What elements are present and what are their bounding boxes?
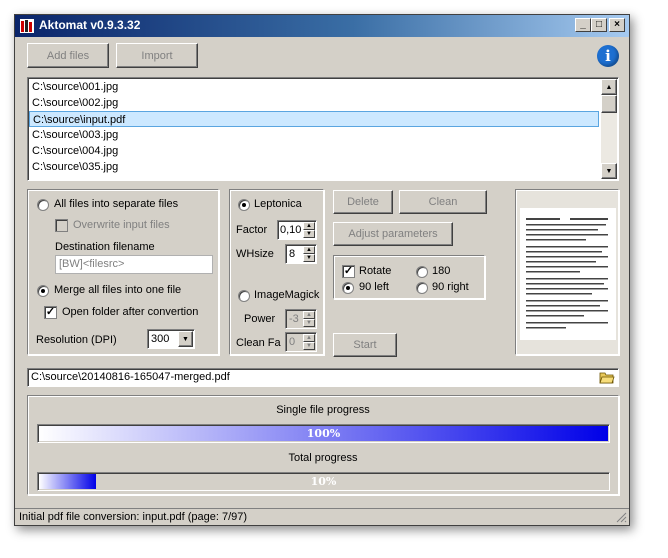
rotate-label: Rotate (359, 265, 392, 277)
output-path-field[interactable]: C:\source\20140816-165047-merged.pdf (27, 368, 619, 387)
overwrite-checkbox[interactable] (55, 219, 68, 232)
power-label: Power (244, 313, 276, 325)
factor-down-button[interactable]: ▼ (303, 230, 315, 238)
total-progress-text: 10% (310, 475, 337, 488)
rotate-90-left-label: 90 left (359, 281, 389, 293)
total-progress-label: Total progress (288, 452, 358, 464)
resolution-value: 300 (151, 333, 170, 345)
status-text: Initial pdf file conversion: input.pdf (… (19, 511, 248, 523)
whsize-spinner[interactable]: 8 ▲ ▼ (285, 244, 317, 264)
resolution-label: Resolution (DPI) (36, 334, 117, 346)
page-thumbnail (520, 208, 616, 340)
power-value: -3 (289, 313, 299, 325)
add-files-button[interactable]: Add files (27, 43, 109, 68)
file-list-item[interactable]: C:\source\002.jpg (29, 95, 599, 111)
status-divider (15, 508, 629, 509)
cleanfa-up-button[interactable]: ▲ (303, 334, 315, 342)
cleanfa-down-button[interactable]: ▼ (303, 342, 315, 350)
destination-label: Destination filename (55, 241, 155, 253)
leptonica-label: Leptonica (254, 198, 302, 210)
output-options-panel: All files into separate files Overwrite … (27, 189, 219, 355)
open-folder-checkbox[interactable]: ✓ (44, 306, 57, 319)
rotate-180-radio[interactable] (416, 266, 428, 278)
power-spinner[interactable]: -3 ▲ ▼ (285, 309, 317, 329)
destination-input[interactable]: [BW]<filesrc> (55, 255, 213, 274)
file-list[interactable]: C:\source\001.jpg C:\source\002.jpg C:\sou… (27, 77, 619, 181)
open-folder-label: Open folder after convertion (62, 306, 199, 318)
total-progress-bar: 10% (37, 472, 610, 491)
single-progress-text: 100% (306, 427, 341, 440)
factor-label: Factor (236, 224, 268, 236)
cleanfa-value: 0 (289, 336, 296, 348)
single-progress-label: Single file progress (276, 404, 370, 416)
page-preview-panel (515, 189, 619, 355)
overwrite-label: Overwrite input files (73, 219, 170, 231)
app-icon (19, 18, 35, 34)
separate-files-label: All files into separate files (54, 198, 179, 210)
cleanfa-label: Clean Fa (236, 337, 281, 349)
file-list-item[interactable]: C:\source\035.jpg (29, 159, 599, 175)
scroll-thumb[interactable] (601, 95, 617, 113)
file-list-item[interactable]: C:\source\004.jpg (29, 143, 599, 159)
start-button[interactable]: Start (333, 333, 397, 357)
delete-button[interactable]: Delete (333, 190, 393, 214)
single-progress-bar: 100% (37, 424, 610, 443)
file-list-item[interactable]: C:\source\003.jpg (29, 127, 599, 143)
whsize-value: 8 (289, 248, 296, 260)
import-button[interactable]: Import (116, 43, 198, 68)
file-list-item[interactable]: C:\source\001.jpg (29, 79, 599, 95)
factor-value: 0,10 (280, 224, 302, 236)
merge-files-radio[interactable] (37, 285, 49, 297)
rotate-90-right-label: 90 right (432, 281, 469, 293)
power-down-button[interactable]: ▼ (303, 319, 315, 327)
title-bar[interactable]: Aktomat v0.9.3.32 _ □ × (15, 15, 629, 37)
engine-panel: Leptonica Factor 0,10 ▲ ▼ WHsize 8 ▲ ▼ I… (229, 189, 324, 355)
imagemagick-label: ImageMagick (254, 289, 320, 301)
file-list-scrollbar[interactable]: ▲ ▼ (601, 79, 617, 179)
rotate-90-right-radio[interactable] (416, 282, 428, 294)
main-window: Aktomat v0.9.3.32 _ □ × Add files Import… (14, 14, 630, 526)
clean-button[interactable]: Clean (399, 190, 487, 214)
rotate-90-left-radio[interactable] (342, 282, 354, 294)
merge-files-label: Merge all files into one file (54, 284, 182, 296)
leptonica-radio[interactable] (238, 199, 250, 211)
output-path-value: C:\source\20140816-165047-merged.pdf (31, 371, 230, 383)
rotate-checkbox[interactable]: ✓ (342, 265, 355, 278)
resize-grip-icon[interactable] (615, 511, 627, 523)
whsize-down-button[interactable]: ▼ (303, 254, 315, 262)
progress-panel: Single file progress 100% Total progress… (27, 395, 619, 495)
maximize-button[interactable]: □ (591, 18, 607, 32)
scroll-down-button[interactable]: ▼ (601, 163, 617, 179)
separate-files-radio[interactable] (37, 199, 49, 211)
rotate-180-label: 180 (432, 265, 451, 277)
open-folder-icon[interactable] (599, 370, 615, 385)
whsize-up-button[interactable]: ▲ (303, 246, 315, 254)
cleanfa-spinner[interactable]: 0 ▲ ▼ (285, 332, 317, 352)
minimize-button[interactable]: _ (575, 18, 591, 32)
close-button[interactable]: × (609, 18, 625, 32)
factor-spinner[interactable]: 0,10 ▲ ▼ (277, 220, 317, 240)
resolution-select[interactable]: 300 ▼ (147, 329, 195, 349)
file-list-items: C:\source\001.jpg C:\source\002.jpg C:\sou… (29, 79, 601, 179)
chevron-down-icon[interactable]: ▼ (178, 331, 193, 347)
whsize-label: WHsize (236, 248, 274, 260)
adjust-parameters-button[interactable]: Adjust parameters (333, 222, 453, 246)
imagemagick-radio[interactable] (238, 290, 250, 302)
file-list-item[interactable]: C:\source\input.pdf (29, 111, 599, 127)
factor-up-button[interactable]: ▲ (303, 222, 315, 230)
window-title: Aktomat v0.9.3.32 (39, 18, 141, 32)
rotation-panel: ✓ Rotate 180 90 left 90 right (333, 255, 485, 299)
info-icon[interactable]: i (597, 45, 619, 67)
power-up-button[interactable]: ▲ (303, 311, 315, 319)
scroll-up-button[interactable]: ▲ (601, 79, 617, 95)
